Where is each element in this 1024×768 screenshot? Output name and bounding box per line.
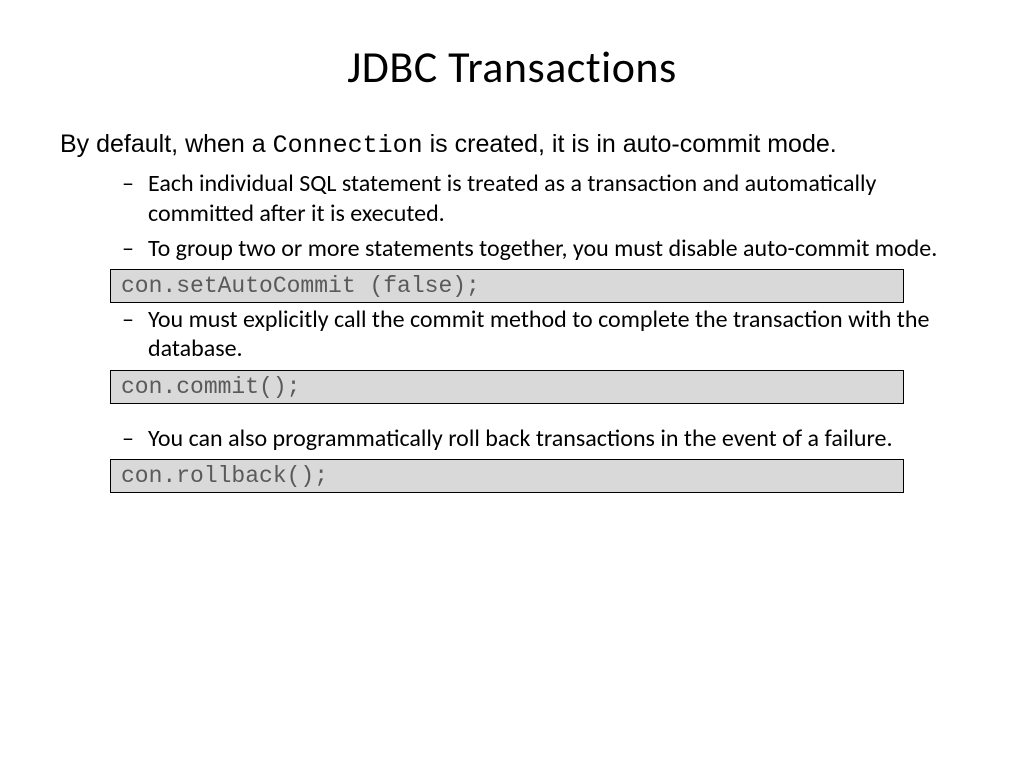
bullet-3: You must explicitly call the commit meth… bbox=[148, 305, 964, 364]
code-box-commit: con.commit(); bbox=[110, 370, 904, 404]
intro-prefix: By default, when a bbox=[60, 130, 273, 158]
bullet-2: To group two or more statements together… bbox=[148, 234, 964, 263]
code-box-autocommit: con.setAutoCommit (false); bbox=[110, 269, 904, 303]
bullet-group-1: Each individual SQL statement is treated… bbox=[60, 169, 964, 263]
intro-suffix: is created, it is in auto-commit mode. bbox=[423, 130, 837, 158]
intro-paragraph: By default, when a Connection is created… bbox=[60, 129, 964, 161]
intro-code-word: Connection bbox=[273, 131, 423, 160]
slide-title: JDBC Transactions bbox=[60, 40, 964, 94]
bullet-group-3: You can also programmatically roll back … bbox=[60, 424, 964, 453]
bullet-4: You can also programmatically roll back … bbox=[148, 424, 964, 453]
bullet-group-2: You must explicitly call the commit meth… bbox=[60, 305, 964, 364]
code-box-rollback: con.rollback(); bbox=[110, 459, 904, 493]
spacer bbox=[60, 406, 964, 424]
bullet-1: Each individual SQL statement is treated… bbox=[148, 169, 964, 228]
